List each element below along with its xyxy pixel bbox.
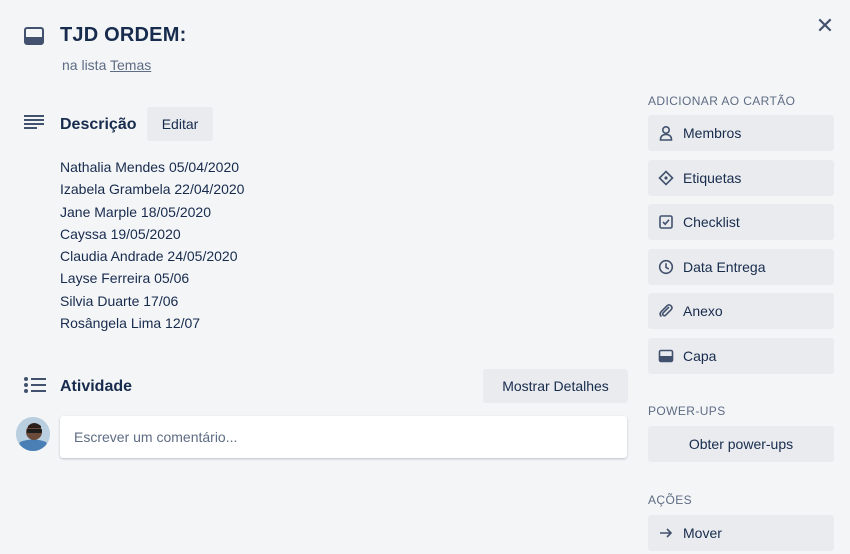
description-line: Silvia Duarte 17/06 [60, 292, 179, 309]
description-line: Izabela Grambela 22/04/2020 [60, 181, 245, 198]
add-to-card-heading: ADICIONAR AO CARTÃO [648, 94, 796, 108]
clock-icon [658, 259, 674, 275]
checklist-button[interactable]: Checklist [648, 204, 834, 240]
checklist-icon [659, 215, 673, 229]
card-title[interactable]: TJD ORDEM: [60, 24, 186, 47]
move-label: Mover [683, 525, 722, 541]
description-line: Layse Ferreira 05/06 [60, 270, 190, 287]
members-label: Membros [683, 125, 742, 141]
cover-icon [658, 349, 674, 363]
due-date-label: Data Entrega [683, 259, 766, 275]
description-line: Rosângela Lima 12/07 [60, 315, 201, 332]
cover-button[interactable]: Capa [648, 338, 834, 374]
attachment-label: Anexo [683, 303, 723, 319]
person-icon [659, 125, 673, 141]
close-icon[interactable]: ✕ [813, 14, 837, 38]
get-powerups-button[interactable]: Obter power-ups [648, 426, 834, 462]
attachment-button[interactable]: Anexo [648, 293, 834, 329]
labels-label: Etiquetas [683, 170, 742, 186]
activity-heading: Atividade [60, 378, 133, 395]
move-button[interactable]: Mover [648, 515, 834, 551]
in-list-prefix: na lista [62, 57, 107, 73]
description-line: Cayssa 19/05/2020 [60, 225, 181, 242]
cover-label: Capa [683, 348, 717, 364]
activity-icon [24, 377, 46, 393]
description-line: Jane Marple 18/05/2020 [60, 203, 211, 220]
avatar[interactable] [16, 417, 50, 451]
arrow-right-icon [660, 528, 673, 538]
comment-input[interactable] [60, 416, 627, 458]
description-line: Nathalia Mendes 05/04/2020 [60, 159, 240, 175]
description-text[interactable]: Nathalia Mendes 05/04/2020 Izabela Gramb… [60, 156, 244, 334]
actions-heading: AÇÕES [648, 493, 693, 507]
due-date-button[interactable]: Data Entrega [648, 249, 834, 285]
edit-description-button[interactable]: Editar [147, 107, 213, 141]
show-details-button[interactable]: Mostrar Detalhes [483, 369, 628, 403]
list-link[interactable]: Temas [110, 57, 151, 73]
avatar-image [16, 417, 50, 451]
description-heading: Descrição [60, 116, 137, 133]
description-line: Claudia Andrade 24/05/2020 [60, 248, 238, 265]
tag-icon [658, 170, 674, 186]
description-icon [24, 115, 44, 129]
powerups-heading: POWER-UPS [648, 404, 726, 418]
checklist-label: Checklist [683, 214, 740, 230]
labels-button[interactable]: Etiquetas [648, 160, 834, 196]
members-button[interactable]: Membros [648, 115, 834, 151]
card-icon [24, 27, 44, 45]
paperclip-icon [659, 304, 673, 318]
list-reference: na lista Temas [62, 57, 151, 73]
